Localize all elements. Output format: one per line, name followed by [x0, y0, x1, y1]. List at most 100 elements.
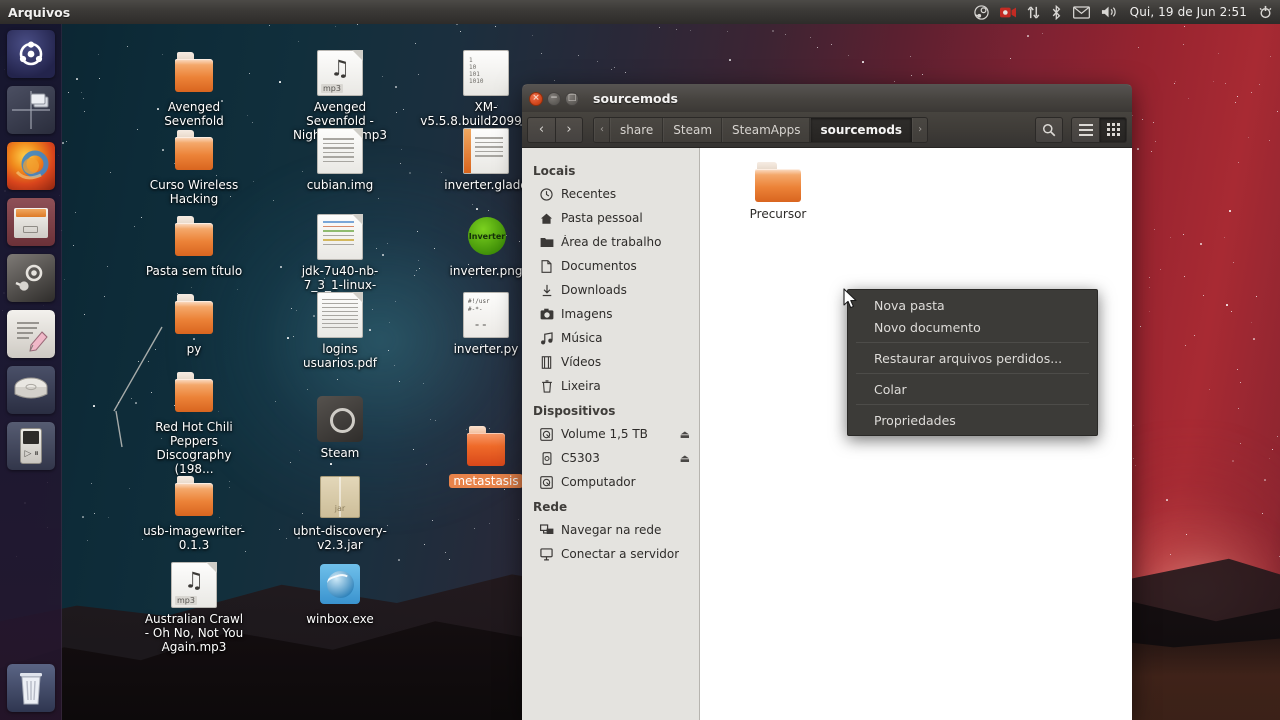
- panel-clock[interactable]: Qui, 19 de Jun 2:51: [1130, 5, 1247, 19]
- home-icon: [538, 212, 555, 225]
- desktop-icon-australian-crawl-oh-no-not-you-aga[interactable]: ♫ mp3 Australian Crawl - Oh No, Not You Ag…: [142, 562, 246, 654]
- sound-indicator-icon[interactable]: [1101, 5, 1119, 19]
- folder-icon: [467, 426, 505, 466]
- context-menu-item-colar[interactable]: Colar: [848, 378, 1097, 400]
- context-menu-item-nova-pasta[interactable]: Nova pasta: [848, 294, 1097, 316]
- files-icon: [6, 198, 55, 246]
- window-maximize-button[interactable]: □: [565, 91, 579, 106]
- breadcrumb-item-sourcemods[interactable]: sourcemods: [810, 117, 913, 142]
- desktop-icon-winbox-exe[interactable]: winbox.exe: [288, 562, 392, 626]
- toolbar-right-group[interactable]: [1035, 116, 1127, 143]
- desktop-icon-cubian-img[interactable]: cubian.img: [288, 128, 392, 192]
- screen-recorder-indicator-icon[interactable]: [999, 6, 1016, 19]
- power-gear-icon[interactable]: [1258, 5, 1273, 20]
- view-mode-group[interactable]: [1071, 116, 1127, 143]
- desktop-icon-label: logins usuarios.pdf: [303, 342, 377, 370]
- context-menu-item-restaurar-arquivos-perdidos[interactable]: Restaurar arquivos perdidos...: [848, 347, 1097, 369]
- desktop-icon-usb-imagewriter-0-1-3[interactable]: usb-imagewriter-0.1.3: [142, 474, 246, 552]
- search-icon[interactable]: [1035, 116, 1063, 143]
- network-indicator-icon[interactable]: [1027, 5, 1040, 20]
- context-menu-item-label: Colar: [874, 381, 907, 397]
- places-sidebar[interactable]: Locais Recentes Pasta pessoal Área de traba…: [522, 148, 700, 720]
- sidebar-item-recentes[interactable]: Recentes: [522, 182, 699, 206]
- file-item[interactable]: Precursor: [726, 162, 830, 221]
- download-icon: [538, 284, 555, 297]
- launcher-workspace-switcher[interactable]: [6, 86, 55, 134]
- launcher-firefox[interactable]: [6, 142, 55, 190]
- launcher-media-device[interactable]: ▷ ⏸: [6, 422, 55, 470]
- sidebar-item-conectar-a-servidor[interactable]: Conectar a servidor: [522, 542, 699, 566]
- top-panel[interactable]: Arquivos Qui, 19 de Jun 2:51: [0, 0, 1280, 24]
- sidebar-section-rede: Rede: [533, 500, 568, 514]
- panel-indicators[interactable]: Qui, 19 de Jun 2:51: [974, 4, 1280, 20]
- sidebar-item-volume-1-5-tb[interactable]: Volume 1,5 TB ⏏: [522, 422, 699, 446]
- sidebar-item-documentos[interactable]: Documentos: [522, 254, 699, 278]
- panel-app-title[interactable]: Arquivos: [8, 5, 70, 20]
- context-menu-item-propriedades[interactable]: Propriedades: [848, 409, 1097, 431]
- desktop-icon-steam[interactable]: Steam: [288, 396, 392, 460]
- desktop-icon-ubnt-discovery-v2-3-jar[interactable]: jar ubnt-discovery-v2.3.jar: [288, 474, 392, 552]
- launcher-dash-home[interactable]: [6, 30, 55, 78]
- window-titlebar[interactable]: × − □ sourcemods: [522, 84, 1132, 112]
- desktop-icon-label: Australian Crawl - Oh No, Not You Again.…: [144, 612, 244, 654]
- sidebar-item-pasta-pessoal[interactable]: Pasta pessoal: [522, 206, 699, 230]
- folder-icon: [175, 372, 213, 412]
- launcher-disk-volume[interactable]: [6, 366, 55, 414]
- sidebar-item-computador[interactable]: Computador: [522, 470, 699, 494]
- launcher-files[interactable]: [6, 198, 55, 246]
- sidebar-item-m-sica[interactable]: Música: [522, 326, 699, 350]
- messaging-indicator-icon[interactable]: [1072, 5, 1090, 19]
- breadcrumb-overflow-right[interactable]: ›: [912, 117, 927, 142]
- launcher-text-editor[interactable]: [6, 310, 55, 358]
- context-menu-item-novo-documento[interactable]: Novo documento: [848, 316, 1097, 338]
- winbox-exe-icon: [320, 564, 360, 604]
- sidebar-item-v-deos[interactable]: Vídeos: [522, 350, 699, 374]
- desktop-icon-pasta-sem-t-tulo[interactable]: Pasta sem título: [142, 214, 246, 278]
- media-player-icon: ▷ ⏸: [6, 422, 55, 470]
- desktop-folder-icon: [538, 236, 555, 248]
- sidebar-item-label: Documentos: [561, 259, 637, 273]
- sidebar-item-label: Lixeira: [561, 379, 601, 393]
- launcher-trash[interactable]: [6, 664, 55, 712]
- sidebar-item-rea-de-trabalho[interactable]: Área de trabalho: [522, 230, 699, 254]
- breadcrumb-overflow-left[interactable]: ‹: [594, 117, 610, 142]
- sidebar-item-lixeira[interactable]: Lixeira: [522, 374, 699, 398]
- folder-icon: [175, 476, 213, 516]
- forward-button[interactable]: ›: [555, 116, 583, 143]
- sidebar-item-downloads[interactable]: Downloads: [522, 278, 699, 302]
- launcher-steam[interactable]: [6, 254, 55, 302]
- steam-shortcut-icon: [317, 396, 363, 442]
- bluetooth-indicator-icon[interactable]: [1051, 4, 1062, 20]
- breadcrumb[interactable]: ‹ share Steam SteamApps sourcemods ›: [593, 116, 929, 143]
- unity-launcher[interactable]: ▷ ⏸: [0, 24, 62, 720]
- sidebar-item-c5303[interactable]: C5303 ⏏: [522, 446, 699, 470]
- steam-indicator-icon[interactable]: [974, 4, 989, 20]
- breadcrumb-item-steam[interactable]: Steam: [663, 117, 723, 142]
- desktop-icon-logins-usuarios-pdf[interactable]: logins usuarios.pdf: [288, 292, 392, 370]
- window-minimize-button[interactable]: −: [547, 91, 561, 106]
- sidebar-item-navegar-na-rede[interactable]: Navegar na rede: [522, 518, 699, 542]
- desktop-icon-label: winbox.exe: [306, 612, 374, 626]
- grid-view-icon[interactable]: [1099, 116, 1127, 143]
- breadcrumb-item-steamapps[interactable]: SteamApps: [722, 117, 811, 142]
- window-close-button[interactable]: ×: [529, 91, 543, 106]
- context-menu[interactable]: Nova pasta Novo documento Restaurar arquiv…: [847, 289, 1098, 436]
- eject-icon[interactable]: ⏏: [680, 428, 690, 441]
- server-icon: [538, 547, 555, 561]
- folder-icon: [175, 216, 213, 256]
- nav-button-group[interactable]: ‹ ›: [527, 116, 583, 143]
- desktop-screen: Avenged Sevenfold ♫ mp3 Avenged Sevenfold -…: [0, 0, 1280, 720]
- eject-icon[interactable]: ⏏: [680, 452, 690, 465]
- list-view-icon[interactable]: [1071, 116, 1099, 143]
- back-button[interactable]: ‹: [527, 116, 555, 143]
- desktop-icon-avenged-sevenfold[interactable]: Avenged Sevenfold: [142, 50, 246, 128]
- breadcrumb-item-share[interactable]: share: [610, 117, 664, 142]
- clock-icon: [538, 187, 555, 201]
- desktop-icon-curso-wireless-hacking[interactable]: Curso Wireless Hacking: [142, 128, 246, 206]
- desktop-icon-label: inverter.glade: [444, 178, 528, 192]
- workspace-icon: [6, 86, 55, 134]
- window-toolbar[interactable]: ‹ › ‹ share Steam SteamApps sourcemods ›: [522, 112, 1132, 148]
- context-menu-item-label: Restaurar arquivos perdidos...: [874, 350, 1063, 366]
- network-icon: [538, 524, 555, 536]
- sidebar-item-imagens[interactable]: Imagens: [522, 302, 699, 326]
